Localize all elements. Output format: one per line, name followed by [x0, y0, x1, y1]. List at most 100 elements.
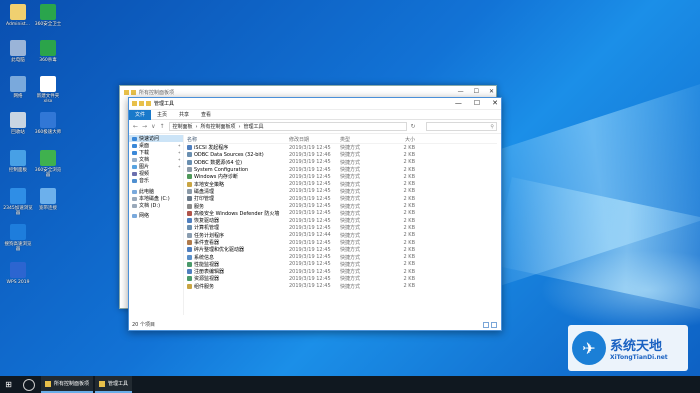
file-date: 2019/3/19 12:45	[289, 261, 331, 268]
sidebar-item[interactable]: 音乐	[129, 177, 183, 184]
file-name: iSCSI 发起程序	[194, 145, 229, 152]
desktop-icon[interactable]: 360安全卫士	[33, 4, 63, 27]
recent-dropdown-icon[interactable]: ∨	[151, 123, 155, 130]
title-bar[interactable]: 管理工具 — ☐ ✕	[129, 98, 501, 110]
file-size: 2 KB	[403, 239, 415, 246]
refresh-icon[interactable]: ↻	[411, 123, 416, 130]
file-row[interactable]: 任务计划程序 2019/3/19 12:44 快捷方式 2 KB	[187, 232, 497, 239]
up-icon[interactable]: ↑	[159, 123, 164, 130]
maximize-icon[interactable]: ☐	[474, 99, 480, 107]
file-size: 2 KB	[403, 283, 415, 290]
watermark-logo: ✈ 系统天地 XiTongTianDi.net	[568, 325, 688, 371]
breadcrumb-all-items[interactable]: 所有控制面板项	[201, 123, 236, 130]
close-icon[interactable]: ✕	[489, 88, 494, 95]
file-row[interactable]: 注册表编辑器 2019/3/19 12:45 快捷方式 2 KB	[187, 268, 497, 275]
desktop-icon[interactable]: 360极速大师	[33, 112, 63, 135]
file-row[interactable]: 组件服务 2019/3/19 12:45 快捷方式 2 KB	[187, 283, 497, 290]
file-row[interactable]: 高级安全 Windows Defender 防火墙 2019/3/19 12:45…	[187, 210, 497, 217]
desktop-icon[interactable]: 2345加速浏览器	[3, 188, 33, 216]
file-date: 2019/3/19 12:45	[289, 254, 331, 261]
explorer-window[interactable]: 管理工具 — ☐ ✕ 文件 主页 共享 查看 ← → ∨ ↑ 控制面板 › 所有控制面…	[128, 97, 502, 331]
file-row[interactable]: 磁盘清理 2019/3/19 12:45 快捷方式 2 KB	[187, 188, 497, 195]
tab-home[interactable]: 主页	[151, 111, 173, 118]
tab-file[interactable]: 文件	[129, 109, 152, 120]
watermark-url: XiTongTianDi.net	[610, 354, 668, 361]
sidebar-item[interactable]: 文档 ✦	[129, 156, 183, 163]
sidebar-item[interactable]: 下载 ✦	[129, 149, 183, 156]
desktop-icon[interactable]: 360安全浏览器	[33, 150, 63, 178]
shortcut-icon	[187, 232, 192, 238]
breadcrumb-control-panel[interactable]: 控制面板	[173, 123, 193, 130]
desktop-icon[interactable]: 360杀毒	[33, 40, 63, 63]
address-bar[interactable]: 控制面板 › 所有控制面板项 › 管理工具	[168, 122, 407, 131]
forward-icon[interactable]: →	[142, 123, 147, 130]
back-icon[interactable]: ←	[133, 123, 138, 130]
search-input[interactable]: ⚲	[425, 122, 497, 131]
file-row[interactable]: ODBC 数据源(64 位) 2019/3/19 12:45 快捷方式 2 KB	[187, 159, 497, 166]
quick-access-toolbar[interactable]	[132, 101, 151, 106]
desktop-icon-label: 宽带连接	[39, 206, 57, 211]
desktop-icon[interactable]: 网络	[3, 76, 33, 99]
file-row[interactable]: 资源监视器 2019/3/19 12:45 快捷方式 2 KB	[187, 275, 497, 282]
file-row[interactable]: iSCSI 发起程序 2019/3/19 12:45 快捷方式 2 KB	[187, 144, 497, 151]
close-icon[interactable]: ✕	[492, 99, 498, 107]
sidebar-item[interactable]: 此电脑	[129, 188, 183, 195]
sidebar-item-label: 桌面	[139, 143, 150, 149]
desktop-icon[interactable]: 控制面板	[3, 150, 33, 173]
header-type[interactable]: 类型	[340, 136, 387, 143]
file-row[interactable]: 计算机管理 2019/3/19 12:45 快捷方式 2 KB	[187, 224, 497, 231]
taskbar-item-control-panel[interactable]: 所有控制面板项	[41, 376, 94, 393]
minimize-icon[interactable]: —	[455, 99, 462, 107]
file-row[interactable]: 碎片整理和优化驱动器 2019/3/19 12:45 快捷方式 2 KB	[187, 246, 497, 253]
file-name: 恢复驱动器	[194, 218, 220, 225]
file-row[interactable]: ODBC Data Sources (32-bit) 2019/3/19 12:4…	[187, 151, 497, 158]
desktop-icon[interactable]: WPS 2019	[3, 262, 33, 285]
desktop-icon-label: 360杀毒	[39, 58, 57, 63]
file-size: 2 KB	[403, 217, 415, 224]
desktop-icon[interactable]: 此电脑	[3, 40, 33, 63]
file-size: 2 KB	[403, 210, 415, 217]
tiles-view-icon[interactable]	[491, 322, 497, 328]
breadcrumb-admin-tools[interactable]: 管理工具	[244, 123, 264, 130]
file-row[interactable]: Windows 内存诊断 2019/3/19 12:45 快捷方式 2 KB	[187, 173, 497, 180]
file-row[interactable]: 本地安全策略 2019/3/19 12:45 快捷方式 2 KB	[187, 180, 497, 188]
sidebar-item[interactable]: 桌面 ✦	[129, 142, 183, 149]
sidebar-item[interactable]: 本地磁盘 (C:)	[129, 195, 183, 202]
sidebar-item[interactable]: 图片 ✦	[129, 163, 183, 170]
file-size: 2 KB	[403, 275, 415, 282]
sidebar-item[interactable]: 网络	[129, 212, 183, 219]
file-row[interactable]: 服务 2019/3/19 12:45 快捷方式 2 KB	[187, 202, 497, 210]
desktop-icon[interactable]: 搜狗高速浏览器	[3, 224, 33, 252]
sidebar-item[interactable]: 视频	[129, 170, 183, 177]
search-icon[interactable]	[23, 378, 35, 391]
desktop-icon[interactable]: 新建文件夹 xlsx	[33, 76, 63, 104]
sidebar-item[interactable]: 文档 (D:)	[129, 202, 183, 209]
shortcut-icon	[187, 276, 192, 282]
file-row[interactable]: 性能监视器 2019/3/19 12:45 快捷方式 2 KB	[187, 261, 497, 268]
file-row[interactable]: 事件查看器 2019/3/19 12:45 快捷方式 2 KB	[187, 239, 497, 246]
file-row[interactable]: 打印管理 2019/3/19 12:45 快捷方式 2 KB	[187, 195, 497, 202]
desktop-icon[interactable]: Administ...	[3, 4, 33, 27]
tab-view[interactable]: 查看	[195, 111, 217, 118]
sidebar-item-label: 网络	[139, 213, 150, 219]
details-view-icon[interactable]	[483, 322, 489, 328]
desktop-icon[interactable]: 宽带连接	[33, 188, 63, 211]
minimize-icon[interactable]: —	[458, 88, 464, 95]
header-date[interactable]: 修改日期	[289, 136, 340, 143]
folder-icon	[132, 143, 137, 148]
file-row[interactable]: System Configuration 2019/3/19 12:45 快捷方式 2…	[187, 166, 497, 173]
file-row[interactable]: 恢复驱动器 2019/3/19 12:45 快捷方式 2 KB	[187, 217, 497, 224]
view-buttons	[483, 322, 497, 328]
desktop-icon[interactable]: 回收站	[3, 112, 33, 135]
sidebar-item-label: 视频	[139, 171, 150, 177]
header-name[interactable]: 名称	[187, 136, 289, 143]
sidebar-item[interactable]: 快速访问	[129, 135, 183, 142]
header-size[interactable]: 大小	[387, 136, 415, 143]
taskbar-item-admin-tools[interactable]: 管理工具	[95, 376, 133, 393]
maximize-icon[interactable]: ☐	[474, 88, 479, 95]
file-name: 磁盘清理	[194, 188, 215, 195]
tab-share[interactable]: 共享	[173, 111, 195, 118]
windows-logo-icon[interactable]: ⊞	[0, 380, 17, 389]
file-row[interactable]: 系统信息 2019/3/19 12:45 快捷方式 2 KB	[187, 253, 497, 261]
file-size: 2 KB	[403, 159, 415, 166]
